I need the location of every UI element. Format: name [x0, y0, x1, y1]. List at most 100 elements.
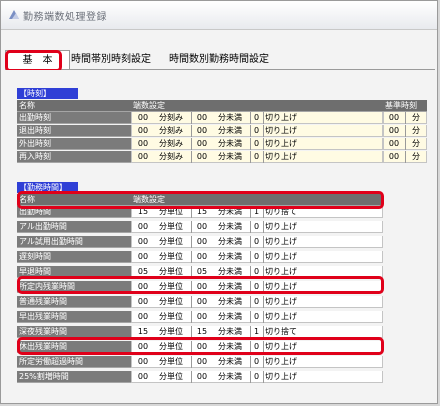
base-time-unit: 分: [412, 139, 420, 148]
under-label: 分未満: [218, 152, 242, 161]
base-time-value[interactable]: 00: [385, 138, 403, 150]
round-mode-label: 切り上げ: [265, 372, 297, 381]
rounding-setting-field[interactable]: 00 分刻み 00 分未満 0 切り上げ: [131, 112, 383, 124]
tab-hours-work-time-settings[interactable]: 時間数別勤務時間設定: [165, 50, 273, 69]
field-separator: [405, 138, 406, 150]
rounding-setting-field[interactable]: 00 分単位 00 分未満 0 切り上げ: [131, 296, 383, 308]
round-flag-value[interactable]: 0: [251, 296, 262, 308]
unit-value[interactable]: 00: [134, 221, 152, 233]
rounding-setting-field[interactable]: 00 分単位 00 分未満 0 切り上げ: [131, 221, 383, 233]
rounding-setting-field[interactable]: 00 分単位 00 分未満 0 切り上げ: [131, 251, 383, 263]
row-name-label: 出勤時刻: [17, 112, 131, 124]
under-label: 分未満: [218, 312, 242, 321]
under-value[interactable]: 00: [193, 251, 211, 263]
row-name-label: アル出勤時間: [17, 221, 131, 233]
under-value[interactable]: 00: [193, 296, 211, 308]
rounding-setting-field[interactable]: 00 分刻み 00 分未満 0 切り上げ: [131, 151, 383, 163]
round-flag-value[interactable]: 0: [251, 151, 262, 163]
unit-value[interactable]: 00: [134, 138, 152, 150]
round-flag-value[interactable]: 0: [251, 112, 262, 124]
highlight-row-early-leave-time: [17, 276, 384, 294]
unit-label: 分刻み: [159, 152, 183, 161]
rounding-setting-field[interactable]: 00 分刻み 00 分未満 0 切り上げ: [131, 125, 383, 137]
unit-value[interactable]: 00: [134, 371, 152, 383]
under-value[interactable]: 00: [193, 356, 211, 368]
field-separator: [263, 296, 264, 308]
unit-label: 分単位: [159, 357, 183, 366]
column-header-setting: 端数設定: [131, 100, 383, 112]
row-name-label: 退出時刻: [17, 125, 131, 137]
under-value[interactable]: 00: [193, 371, 211, 383]
field-separator: [191, 236, 192, 248]
row-name-label: 普通残業時間: [17, 296, 131, 308]
field-separator: [263, 151, 264, 163]
field-separator: [191, 151, 192, 163]
unit-value[interactable]: 00: [134, 356, 152, 368]
round-flag-value[interactable]: 0: [251, 311, 262, 323]
under-value[interactable]: 00: [193, 236, 211, 248]
column-header-base-time: 基準時刻: [383, 100, 427, 112]
window-title: 勤務端数処理登録: [23, 12, 107, 23]
row-name-label: アル試用出勤時間: [17, 236, 131, 248]
field-separator: [191, 356, 192, 368]
under-value[interactable]: 00: [193, 151, 211, 163]
highlight-row-attendance-time: [17, 191, 384, 209]
field-separator: [263, 112, 264, 124]
field-separator: [191, 371, 192, 383]
highlight-row-late-night-overtime: [17, 337, 384, 355]
round-flag-value[interactable]: 0: [251, 138, 262, 150]
round-flag-value[interactable]: 0: [251, 371, 262, 383]
rounding-setting-field[interactable]: 00 分単位 00 分未満 0 切り上げ: [131, 371, 383, 383]
base-time-field[interactable]: 00 分: [383, 112, 427, 124]
under-value[interactable]: 00: [193, 125, 211, 137]
round-mode-label: 切り上げ: [265, 113, 297, 122]
field-separator: [263, 371, 264, 383]
under-value[interactable]: 00: [193, 221, 211, 233]
round-flag-value[interactable]: 0: [251, 125, 262, 137]
under-value[interactable]: 00: [193, 138, 211, 150]
under-value[interactable]: 00: [193, 112, 211, 124]
tab-time-slot-settings[interactable]: 時間帯別時刻設定: [67, 50, 155, 69]
under-label: 分未満: [218, 372, 242, 381]
under-label: 分未満: [218, 126, 242, 135]
field-separator: [263, 221, 264, 233]
field-separator: [191, 251, 192, 263]
rounding-setting-field[interactable]: 00 分刻み 00 分未満 0 切り上げ: [131, 138, 383, 150]
unit-value[interactable]: 00: [134, 296, 152, 308]
field-separator: [263, 356, 264, 368]
unit-label: 分単位: [159, 237, 183, 246]
field-separator: [191, 138, 192, 150]
base-time-value[interactable]: 00: [385, 125, 403, 137]
rounding-setting-field[interactable]: 00 分単位 00 分未満 0 切り上げ: [131, 311, 383, 323]
unit-value[interactable]: 00: [134, 151, 152, 163]
field-separator: [263, 251, 264, 263]
base-time-field[interactable]: 00 分: [383, 151, 427, 163]
unit-value[interactable]: 00: [134, 125, 152, 137]
unit-value[interactable]: 00: [134, 311, 152, 323]
base-time-unit: 分: [412, 126, 420, 135]
app-logo-icon: [9, 10, 19, 19]
app-window: 勤務端数処理登録 基 本 時間帯別時刻設定 時間数別勤務時間設定 【時刻】 名称端…: [0, 0, 438, 404]
base-time-value[interactable]: 00: [385, 151, 403, 163]
under-value[interactable]: 00: [193, 311, 211, 323]
unit-label: 分刻み: [159, 126, 183, 135]
base-time-field[interactable]: 00 分: [383, 138, 427, 150]
round-flag-value[interactable]: 0: [251, 221, 262, 233]
under-label: 分未満: [218, 252, 242, 261]
unit-value[interactable]: 00: [134, 112, 152, 124]
unit-label: 分単位: [159, 297, 183, 306]
base-time-value[interactable]: 00: [385, 112, 403, 124]
section-title-time: 【時刻】: [17, 88, 78, 99]
round-mode-label: 切り上げ: [265, 357, 297, 366]
base-time-field[interactable]: 00 分: [383, 125, 427, 137]
round-flag-value[interactable]: 0: [251, 236, 262, 248]
round-mode-label: 切り上げ: [265, 297, 297, 306]
unit-value[interactable]: 00: [134, 251, 152, 263]
rounding-setting-field[interactable]: 00 分単位 00 分未満 0 切り上げ: [131, 356, 383, 368]
round-flag-value[interactable]: 0: [251, 356, 262, 368]
rounding-setting-field[interactable]: 00 分単位 00 分未満 0 切り上げ: [131, 236, 383, 248]
unit-value[interactable]: 00: [134, 236, 152, 248]
title-bar: 勤務端数処理登録: [1, 1, 437, 30]
round-flag-value[interactable]: 0: [251, 251, 262, 263]
column-header-name: 名称: [17, 100, 131, 112]
